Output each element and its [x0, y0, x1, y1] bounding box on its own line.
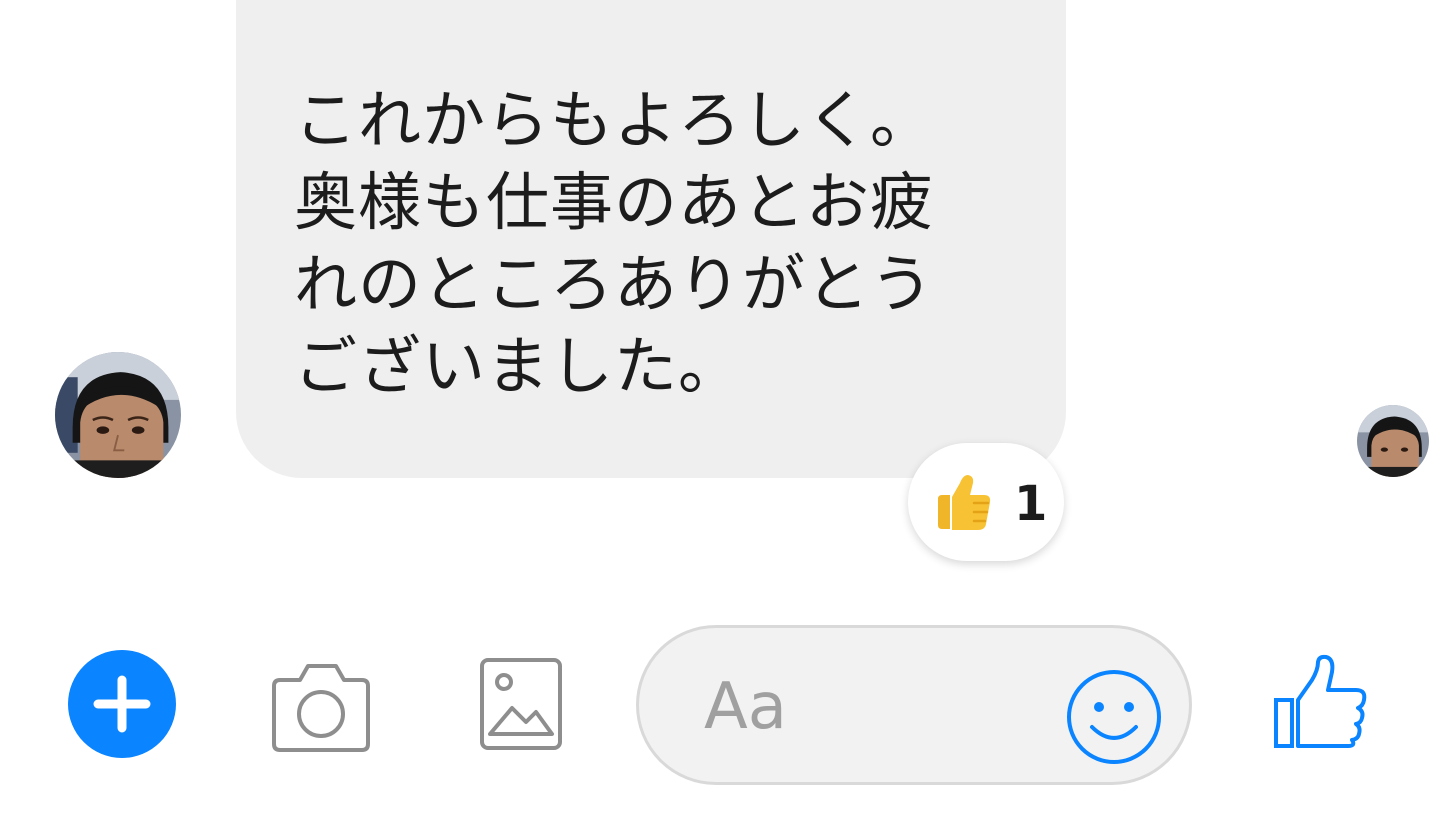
message-text: これからもよろしく。 奥様も仕事のあとお疲 れのところありがとう ございました。	[294, 80, 1034, 408]
emoji-button[interactable]	[1064, 667, 1164, 767]
read-receipt-avatar-image	[1357, 405, 1429, 477]
camera-button[interactable]	[266, 660, 376, 756]
gallery-button[interactable]	[478, 656, 564, 752]
message-line: れのところありがとう	[294, 248, 934, 321]
camera-icon	[272, 664, 370, 752]
thumbs-up-emoji-icon	[938, 475, 991, 530]
message-input-placeholder: Aa	[704, 670, 787, 744]
reaction-count: 1	[1014, 476, 1048, 532]
sender-avatar[interactable]	[55, 352, 181, 478]
gallery-icon	[480, 658, 562, 750]
plus-icon	[93, 675, 151, 733]
message-line: これからもよろしく。	[294, 84, 934, 157]
chat-screen: これからもよろしく。 奥様も仕事のあとお疲 れのところありがとう ございました。	[0, 0, 1448, 822]
like-icon	[1274, 654, 1367, 748]
more-actions-button[interactable]	[68, 650, 176, 758]
read-receipt-avatar	[1357, 405, 1429, 477]
smiley-icon	[1067, 670, 1161, 764]
message-line: ございました。	[294, 330, 742, 403]
message-line: 奥様も仕事のあとお疲	[294, 166, 934, 239]
sender-avatar-image	[55, 352, 181, 478]
like-button[interactable]	[1272, 654, 1370, 750]
